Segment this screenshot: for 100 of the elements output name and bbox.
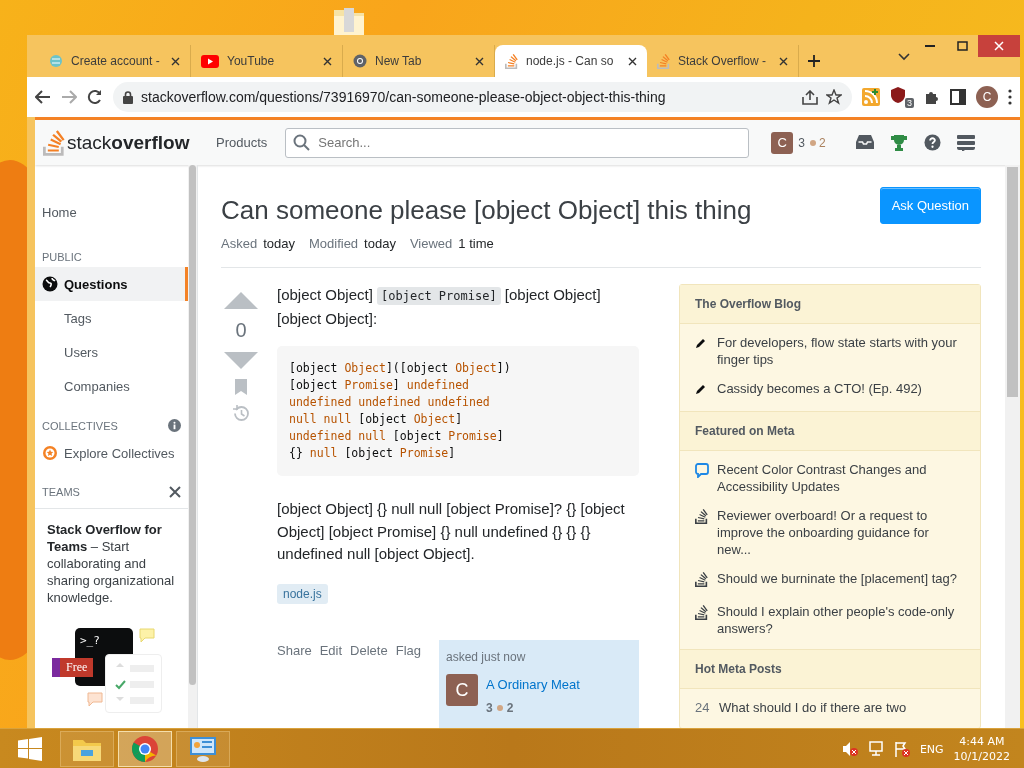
close-icon[interactable] xyxy=(475,56,484,66)
question-paragraph: [object Object] [object Promise] [object Object] [object Object]: xyxy=(277,285,602,329)
nav-link[interactable]: Users xyxy=(35,335,188,369)
nav-section-heading: COLLECTIVES xyxy=(42,419,118,432)
stack-logo-icon xyxy=(43,129,65,156)
minimize-icon[interactable] xyxy=(925,44,935,48)
close-icon[interactable] xyxy=(323,56,332,66)
back-arrow-icon[interactable] xyxy=(35,90,51,104)
reputation-count: 3 xyxy=(798,135,805,150)
widget-heading: The Overflow Blog xyxy=(680,285,980,324)
widget-link[interactable]: Should we burninate the [placement] tag? xyxy=(717,570,957,591)
stack-icon xyxy=(695,509,708,524)
page-scrollbar[interactable] xyxy=(1005,165,1020,728)
nav-link[interactable]: Explore Collectives xyxy=(35,436,188,470)
bronze-badge-count: 2 xyxy=(819,135,826,150)
chevron-down-icon[interactable] xyxy=(898,53,910,61)
speech-bubble-icon xyxy=(139,628,155,643)
teams-promo-text: Stack Overflow for Teams – Start collaborating and sharing organizational knowledge. xyxy=(47,522,175,605)
address-bar[interactable]: stackoverflow.com/questions/73916970/can-someone-please-object-object-this-thing xyxy=(113,82,852,112)
asked-time: asked just now xyxy=(446,649,526,664)
question-paragraph: [object Object] {} null null [object Promise]? {} [object Object] [object Promise] {} null undefined {} {} {} undefined null [object Object]. xyxy=(277,499,626,564)
widget-heading: Hot Meta Posts xyxy=(680,649,980,689)
widget-link[interactable]: Reviewer overboard! Or a request to improve the onboarding guidance for new... xyxy=(717,507,965,558)
network-icon[interactable] xyxy=(867,741,884,757)
widget-heading: Featured on Meta xyxy=(680,411,980,451)
windows-start-icon[interactable] xyxy=(18,737,42,761)
pencil-icon xyxy=(695,383,707,395)
widget-link[interactable]: Recent Color Contrast Changes and Accessibility Updates xyxy=(717,461,965,495)
nav-link[interactable]: Home xyxy=(35,195,188,229)
youtube-icon xyxy=(201,54,219,68)
bronze-badge-icon xyxy=(496,704,503,711)
rss-icon[interactable] xyxy=(862,88,880,106)
browser-tab[interactable]: node.js - Can so xyxy=(495,45,647,77)
stack-icon xyxy=(695,572,708,587)
bronze-badge-count: 2 xyxy=(506,699,514,717)
more-menu-icon[interactable] xyxy=(1008,89,1012,105)
taskbar-app[interactable] xyxy=(176,731,230,767)
help-icon[interactable] xyxy=(923,134,941,151)
stack-icon xyxy=(657,53,670,69)
nav-link[interactable]: Companies xyxy=(35,369,188,403)
close-icon[interactable] xyxy=(628,56,637,66)
side-panel-icon[interactable] xyxy=(950,89,966,105)
free-label: Free xyxy=(52,658,94,677)
post-action-link[interactable]: Share xyxy=(277,639,312,728)
widget-link[interactable]: For developers, flow state starts with your finger tips xyxy=(717,334,965,368)
author-avatar[interactable]: C xyxy=(446,674,478,706)
star-badge-icon xyxy=(42,445,58,461)
chrome-icon xyxy=(131,735,159,763)
nav-link[interactable]: Questions xyxy=(35,267,188,301)
maximize-icon[interactable] xyxy=(956,41,968,51)
close-icon[interactable] xyxy=(779,56,788,66)
question-meta: Viewed 1 time xyxy=(409,236,494,251)
flag-icon[interactable] xyxy=(893,741,910,757)
code-block: [object Object]([object Object]) [object Promise] undefined undefined undefined undefined null null [object Object] undefined null [object Promise] {} null [object Promise] xyxy=(277,346,639,476)
star-icon[interactable] xyxy=(826,89,842,105)
muted-speaker-icon[interactable] xyxy=(841,741,858,757)
reputation-count: 3 xyxy=(486,699,493,717)
info-icon[interactable] xyxy=(168,419,181,432)
post-action-link[interactable]: Edit xyxy=(319,639,343,728)
products-link[interactable]: Products xyxy=(208,135,276,150)
question-meta: Modified today xyxy=(308,236,396,251)
plus-icon[interactable] xyxy=(807,54,821,68)
widget-link[interactable]: What should I do if there are two xyxy=(719,699,907,716)
sidebar-scrollbar[interactable] xyxy=(188,165,197,728)
puzzle-icon[interactable] xyxy=(924,89,940,105)
globe-icon xyxy=(49,54,63,68)
lock-icon xyxy=(123,90,133,104)
answer-count: 24 xyxy=(695,699,711,716)
vote-count: 0 xyxy=(235,319,247,342)
globe-icon xyxy=(42,276,58,292)
widget-link[interactable]: Should I explain other people's code-only answers? xyxy=(717,603,965,637)
site-logo-text[interactable]: stackoverflow xyxy=(67,131,190,154)
menu-icon[interactable] xyxy=(956,134,975,151)
nav-link[interactable]: Tags xyxy=(35,301,188,335)
stack-icon xyxy=(505,53,518,69)
nav-section-heading: PUBLIC xyxy=(42,251,82,263)
taskbar-app[interactable] xyxy=(118,731,172,767)
post-action-link[interactable]: Delete xyxy=(350,639,388,728)
speech-bubble-icon xyxy=(87,692,103,707)
share-icon[interactable] xyxy=(802,89,818,105)
checklist-card-drawing xyxy=(105,654,162,713)
question-title[interactable]: Can someone please [object Object] this thing xyxy=(221,195,752,226)
control-panel-icon xyxy=(188,735,218,763)
stack-icon xyxy=(695,605,708,620)
post-action-link[interactable]: Flag xyxy=(395,639,421,728)
question-tag[interactable]: node.js xyxy=(277,583,328,604)
profile-avatar[interactable]: C xyxy=(976,86,998,108)
reload-icon[interactable] xyxy=(87,89,103,105)
close-icon[interactable] xyxy=(171,56,180,66)
chat-bubble-icon xyxy=(695,463,709,478)
close-icon[interactable] xyxy=(169,486,181,498)
nav-section-heading: TEAMS xyxy=(42,486,80,498)
search-icon xyxy=(293,133,311,151)
user-avatar[interactable]: C xyxy=(771,131,794,154)
widget-link[interactable]: Cassidy becomes a CTO! (Ep. 492) xyxy=(717,380,922,399)
pencil-icon xyxy=(695,337,707,349)
inbox-icon[interactable] xyxy=(855,134,874,150)
trophy-icon[interactable] xyxy=(889,134,908,151)
search-field[interactable]: Search... xyxy=(285,127,750,158)
author-name[interactable]: A Ordinary Meat xyxy=(486,674,580,697)
